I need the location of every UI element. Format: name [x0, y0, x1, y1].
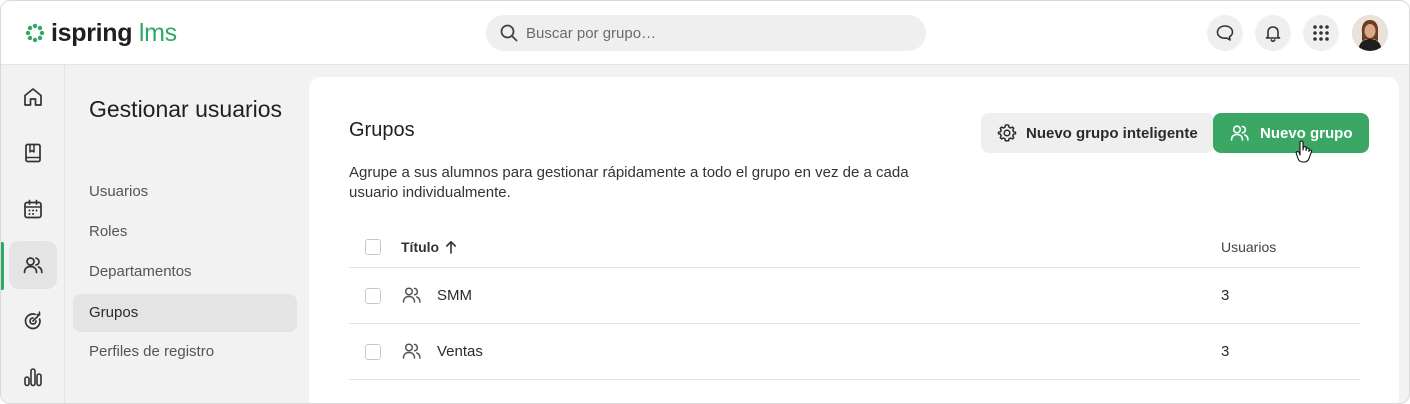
column-title-header[interactable]: Título [401, 239, 457, 255]
active-indicator [1, 242, 4, 290]
nav-item-roles[interactable]: Roles [73, 213, 297, 251]
icon-rail [1, 65, 65, 403]
group-icon [402, 343, 421, 359]
rail-reports[interactable] [9, 353, 57, 401]
reports-chart-icon [24, 368, 42, 387]
notifications-button[interactable] [1255, 15, 1291, 51]
secondary-nav: Gestionar usuarios Usuarios Roles Depart… [65, 65, 309, 403]
nav-item-usuarios[interactable]: Usuarios [73, 173, 297, 211]
logo-burst-icon [25, 23, 45, 43]
sort-ascending-icon [446, 241, 457, 254]
apps-button[interactable] [1303, 15, 1339, 51]
group-name[interactable]: SMM [437, 287, 472, 304]
new-smart-group-button[interactable]: Nuevo grupo inteligente [981, 113, 1214, 153]
main-content-card: Grupos Agrupe a sus alumnos para gestion… [309, 77, 1399, 403]
chat-icon [1216, 25, 1234, 41]
logo-wordmark: ispring lms [51, 19, 177, 47]
group-user-count: 3 [1221, 287, 1230, 304]
top-header: ispring lms [1, 1, 1409, 65]
column-title-label: Título [401, 239, 440, 255]
rail-goals[interactable] [9, 297, 57, 345]
home-icon [24, 88, 42, 106]
table-row[interactable]: Ventas 3 [349, 324, 1360, 380]
nav-item-departamentos[interactable]: Departamentos [73, 253, 297, 291]
group-user-count: 3 [1221, 343, 1230, 360]
new-group-label: Nuevo grupo [1260, 124, 1353, 142]
row-checkbox[interactable] [365, 344, 381, 360]
table-row[interactable]: SMM 3 [349, 268, 1360, 324]
user-avatar[interactable] [1352, 15, 1388, 51]
rail-users[interactable] [9, 241, 57, 289]
users-icon [1230, 125, 1249, 141]
chat-button[interactable] [1207, 15, 1243, 51]
new-smart-group-label: Nuevo grupo inteligente [1026, 124, 1198, 142]
rail-courses[interactable] [9, 129, 57, 177]
group-icon [402, 287, 421, 303]
app-window: ispring lms Buscar por grupo… Gestionar … [0, 0, 1410, 404]
section-title: Gestionar usuarios [89, 96, 283, 122]
avatar-image [1352, 15, 1388, 51]
rail-home[interactable] [9, 73, 57, 121]
groups-table: Título Usuarios SMM 3 Ventas 3 [349, 227, 1360, 380]
search-input[interactable] [526, 24, 906, 42]
ispring-logo[interactable]: ispring lms [25, 18, 177, 48]
bell-icon [1265, 26, 1281, 43]
table-header-row: Título Usuarios [349, 227, 1360, 268]
rail-calendar[interactable] [9, 185, 57, 233]
hand-cursor-icon [1295, 140, 1313, 163]
group-name[interactable]: Ventas [437, 343, 483, 360]
goals-target-icon [24, 311, 41, 330]
nav-item-grupos[interactable]: Grupos [73, 294, 297, 332]
calendar-icon [24, 199, 42, 219]
search-bar[interactable] [486, 15, 926, 51]
new-group-button[interactable]: Nuevo grupo [1213, 113, 1369, 153]
row-checkbox[interactable] [365, 288, 381, 304]
apps-grid-icon [1313, 25, 1329, 41]
users-icon [23, 257, 43, 274]
page-title: Grupos [349, 119, 415, 141]
gear-icon [997, 124, 1017, 142]
select-all-checkbox[interactable] [365, 239, 381, 255]
column-users-header[interactable]: Usuarios [1221, 239, 1276, 255]
courses-book-icon [25, 143, 41, 163]
search-icon [500, 24, 518, 42]
nav-item-perfiles-de-registro[interactable]: Perfiles de registro [73, 333, 297, 371]
page-description: Agrupe a sus alumnos para gestionar rápi… [349, 164, 909, 201]
